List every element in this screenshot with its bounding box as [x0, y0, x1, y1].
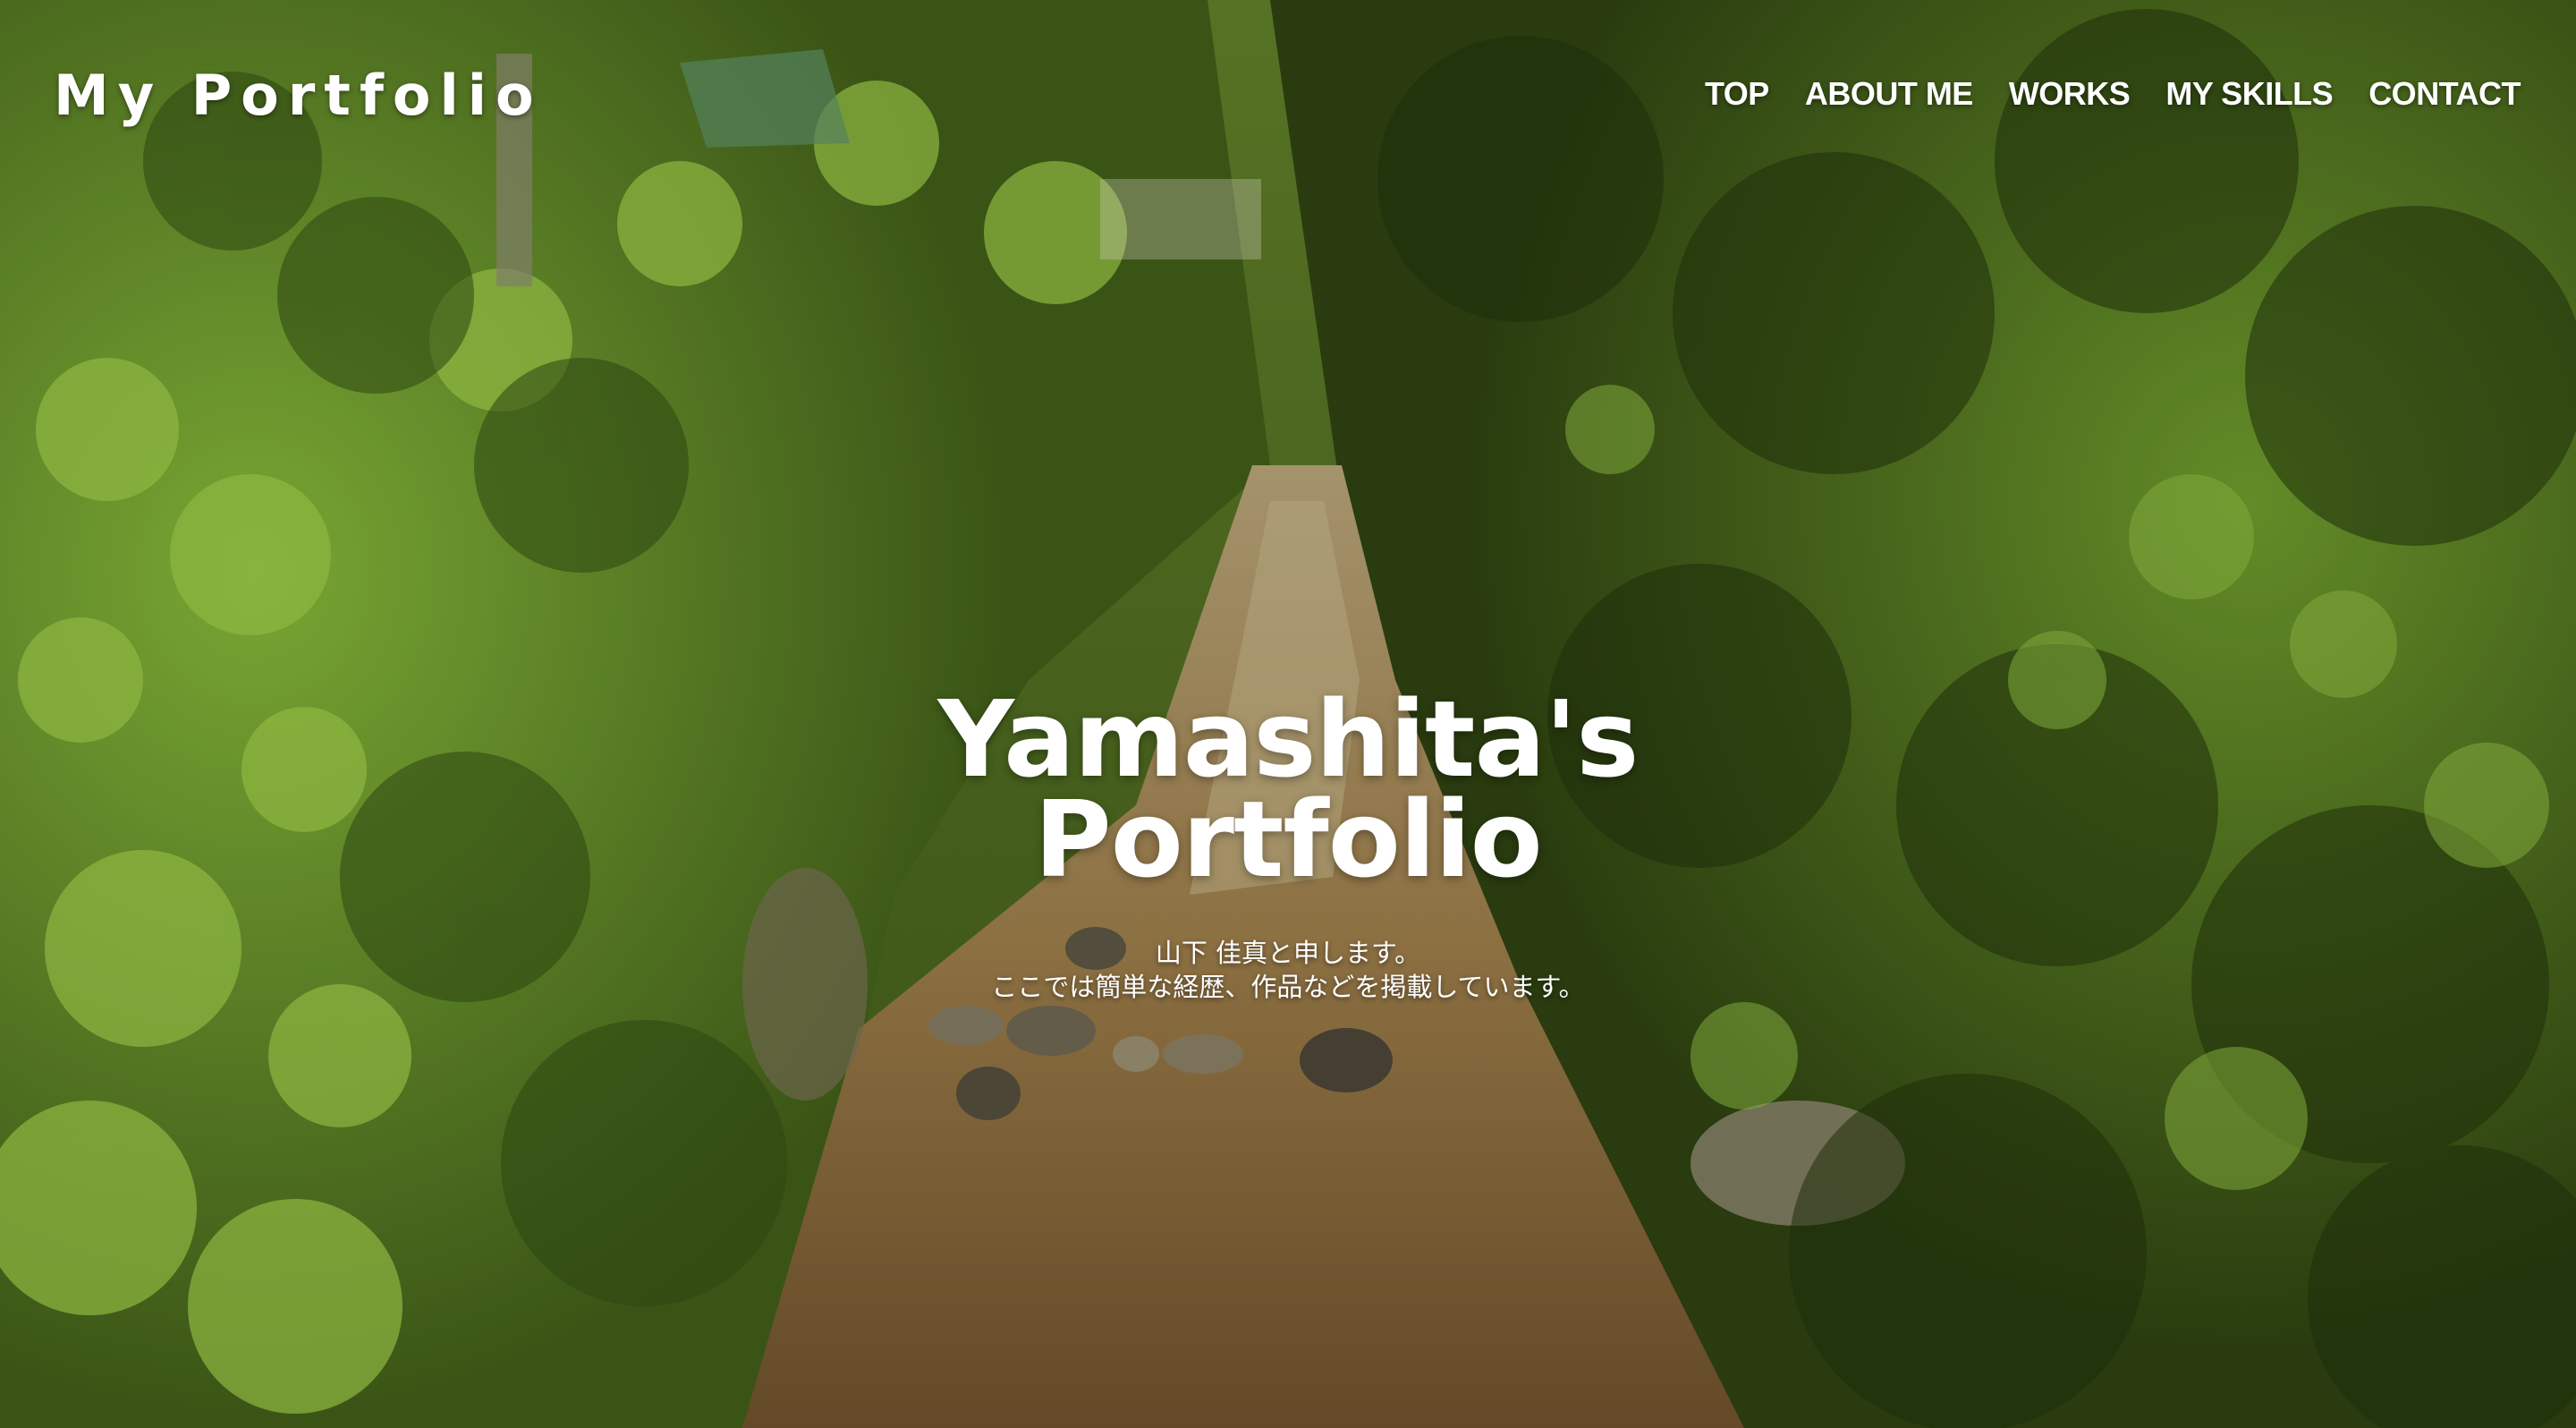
hero-title-line-1: Yamashita's [937, 677, 1640, 801]
nav-link-works[interactable]: WORKS [2009, 75, 2131, 113]
nav-link-my-skills[interactable]: MY SKILLS [2165, 75, 2333, 113]
site-logo[interactable]: My Portfolio [54, 63, 543, 128]
main-nav: TOP ABOUT ME WORKS MY SKILLS CONTACT [1705, 75, 2521, 113]
hero-title-line-2: Portfolio [1034, 778, 1543, 901]
nav-link-about-me[interactable]: ABOUT ME [1805, 75, 1974, 113]
nav-link-contact[interactable]: CONTACT [2368, 75, 2521, 113]
hero-subtitle-line-1: 山下 佳真と申します。 [1155, 938, 1421, 968]
hero-title: Yamashita's Portfolio [0, 677, 2576, 901]
hero-subtitle: 山下 佳真と申します。 ここでは簡単な経歴、作品などを掲載しています。 [0, 936, 2576, 1004]
nav-link-top[interactable]: TOP [1705, 75, 1769, 113]
hero-subtitle-line-2: ここでは簡単な経歴、作品などを掲載しています。 [991, 972, 1585, 1002]
